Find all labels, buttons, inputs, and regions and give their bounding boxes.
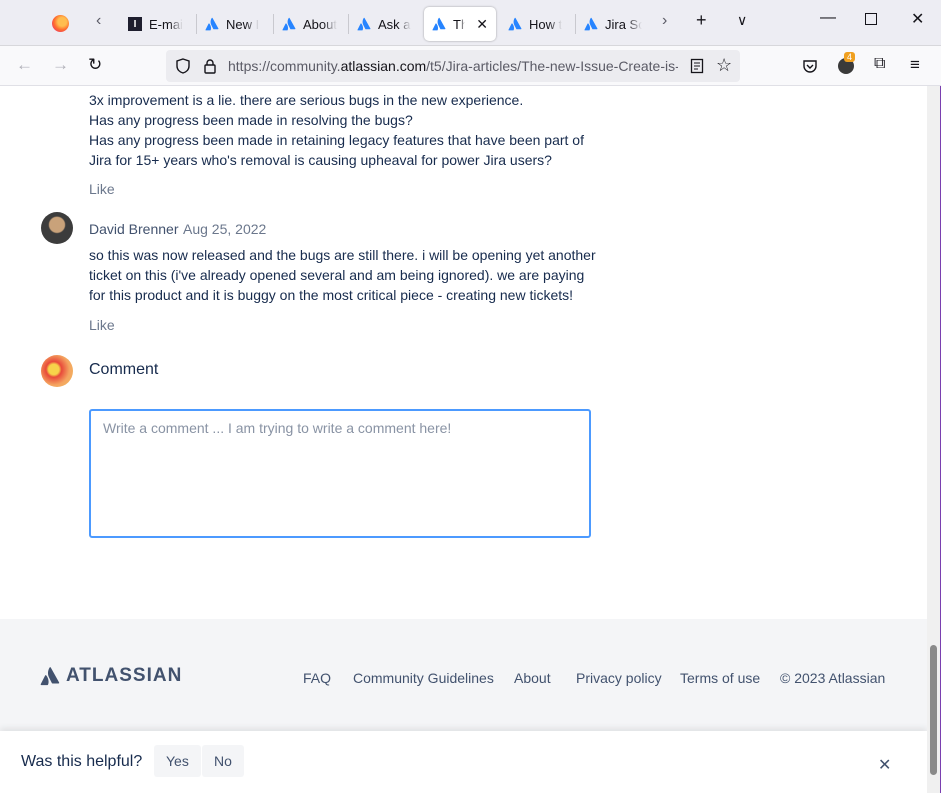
atlassian-icon [584, 17, 598, 31]
comment-date: Aug 25, 2022 [183, 221, 267, 237]
atlassian-icon [508, 17, 522, 31]
scrollbar-thumb[interactable] [930, 645, 937, 775]
reader-view-icon[interactable] [690, 58, 704, 74]
extension-badge: 4 [844, 52, 856, 62]
tab-new-issue[interactable]: New I [197, 7, 273, 41]
like-button[interactable]: Like [89, 181, 115, 197]
yes-button[interactable]: Yes [154, 745, 201, 777]
close-tab-icon[interactable]: ✕ [476, 16, 488, 33]
comment-textarea[interactable]: Write a comment ... I am trying to write… [89, 409, 591, 538]
footer-link-terms[interactable]: Terms of use [680, 670, 760, 686]
lock-icon[interactable] [203, 58, 217, 74]
forward-icon[interactable]: → [52, 55, 69, 75]
footer-link-about[interactable]: About [514, 670, 551, 686]
url-bar[interactable]: https://community.atlassian.com/t5/Jira-… [166, 50, 740, 82]
comment-heading: Comment [89, 361, 159, 378]
close-icon[interactable]: ✕ [878, 755, 891, 775]
footer: ATLASSIAN FAQ Community Guidelines About… [0, 619, 927, 731]
copyright: © 2023 Atlassian [780, 670, 886, 686]
maximize-icon[interactable] [865, 13, 877, 25]
previous-comment-body: 3x improvement is a lie. there are serio… [89, 92, 584, 168]
menu-icon[interactable]: ≡ [910, 55, 920, 75]
atlassian-icon [282, 17, 296, 31]
footer-link-guidelines[interactable]: Community Guidelines [353, 670, 494, 686]
page-content: 3x improvement is a lie. there are serio… [0, 86, 927, 619]
footer-link-faq[interactable]: FAQ [303, 670, 331, 686]
tab-ask[interactable]: Ask a [349, 7, 421, 41]
no-button[interactable]: No [202, 745, 244, 777]
tab-jira-software[interactable]: Jira Sc [576, 7, 650, 41]
firefox-icon[interactable] [52, 15, 69, 32]
author-name[interactable]: David Brenner [89, 221, 179, 237]
avatar[interactable] [41, 355, 73, 387]
tab-email[interactable]: I E-mai [120, 7, 196, 41]
atlassian-logo[interactable]: ATLASSIAN [40, 665, 182, 687]
tab-how-to[interactable]: How t [500, 7, 574, 41]
reply-comment-body: so this was now released and the bugs ar… [89, 247, 596, 303]
list-tabs-icon[interactable]: ∨ [737, 12, 747, 29]
shield-icon[interactable] [175, 58, 191, 74]
i-icon: I [128, 17, 142, 31]
atlassian-icon [205, 17, 219, 31]
footer-link-privacy[interactable]: Privacy policy [576, 670, 662, 686]
url-text[interactable]: https://community.atlassian.com/t5/Jira-… [228, 58, 678, 74]
tab-about[interactable]: About [274, 7, 348, 41]
puzzle-extensions-icon[interactable]: ⧉ [874, 55, 885, 73]
feedback-question: Was this helpful? [21, 753, 143, 770]
atlassian-icon [432, 17, 446, 31]
atlassian-icon [40, 667, 60, 686]
minimize-icon[interactable]: — [820, 9, 836, 27]
tab-strip: ‹ I E-mai New I About Ask a The ✕ How t … [0, 0, 941, 46]
close-window-icon[interactable]: ✕ [911, 9, 924, 29]
chevron-left-icon[interactable]: ‹ [96, 12, 101, 30]
chevron-right-icon[interactable]: › [662, 12, 667, 30]
star-icon[interactable]: ☆ [716, 55, 732, 76]
navigation-toolbar: ← → ↻ https://community.atlassian.com/t5… [0, 46, 941, 86]
new-tab-icon[interactable]: + [696, 10, 707, 31]
feedback-bar: Was this helpful? Yes No ✕ [0, 731, 927, 793]
pocket-icon[interactable] [802, 58, 818, 74]
tab-active-article[interactable]: The ✕ [424, 7, 496, 41]
back-icon[interactable]: ← [16, 55, 33, 75]
like-button[interactable]: Like [89, 317, 115, 333]
atlassian-icon [357, 17, 371, 31]
reload-icon[interactable]: ↻ [88, 55, 102, 75]
avatar[interactable] [41, 212, 73, 244]
